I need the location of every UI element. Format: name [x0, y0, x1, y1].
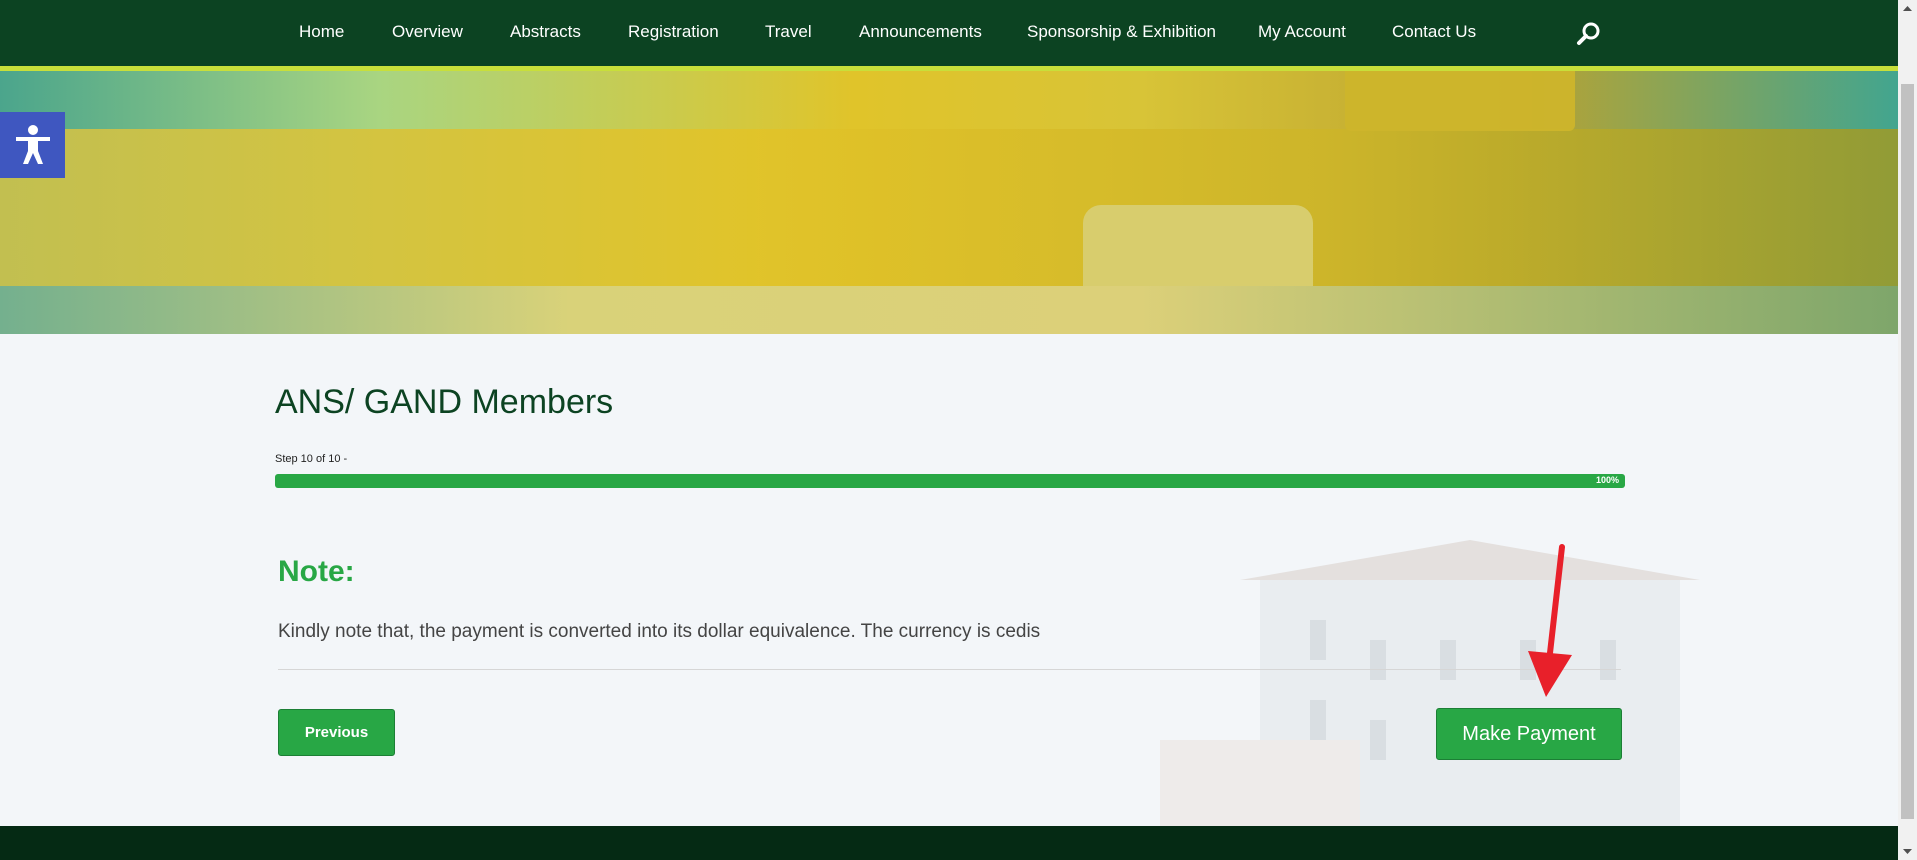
- search-icon[interactable]: [1576, 21, 1602, 47]
- nav-item-my-account[interactable]: My Account: [1258, 22, 1346, 42]
- accessibility-icon: [16, 125, 50, 164]
- progress-bar-fill: 100%: [275, 474, 1625, 488]
- nav-item-home[interactable]: Home: [299, 22, 344, 42]
- nav-item-overview[interactable]: Overview: [392, 22, 463, 42]
- main-content: ANS/ GAND Members Step 10 of 10 - 100% N…: [0, 334, 1898, 826]
- hero-folder-band: [0, 129, 1898, 289]
- nav-item-registration[interactable]: Registration: [628, 22, 719, 42]
- scroll-down-arrow-icon[interactable]: [1898, 843, 1917, 860]
- background-building-image: [1160, 540, 1700, 826]
- footer: [0, 826, 1898, 860]
- nav-item-sponsorship[interactable]: Sponsorship & Exhibition: [1027, 22, 1216, 42]
- page-title: ANS/ GAND Members: [275, 383, 614, 421]
- scroll-up-arrow-icon[interactable]: [1898, 0, 1917, 17]
- progress-bar: 100%: [275, 474, 1625, 488]
- make-payment-button[interactable]: Make Payment: [1436, 708, 1622, 760]
- page-scrollbar[interactable]: [1898, 0, 1917, 860]
- note-heading: Note:: [278, 555, 355, 588]
- progress-percent: 100%: [1595, 475, 1619, 485]
- note-text: Kindly note that, the payment is convert…: [278, 621, 1041, 642]
- hero-folder-tab: [1345, 71, 1575, 131]
- nav-item-contact-us[interactable]: Contact Us: [1392, 22, 1476, 42]
- scrollbar-thumb[interactable]: [1901, 84, 1914, 819]
- nav-item-travel[interactable]: Travel: [765, 22, 812, 42]
- nav-item-abstracts[interactable]: Abstracts: [510, 22, 581, 42]
- top-navigation: Home Overview Abstracts Registration Tra…: [0, 0, 1898, 71]
- hero-banner: [0, 71, 1898, 334]
- step-indicator: Step 10 of 10 -: [275, 453, 348, 465]
- red-arrow-annotation: [1528, 544, 1572, 697]
- previous-button[interactable]: Previous: [278, 709, 395, 756]
- divider: [278, 669, 1621, 670]
- hero-folder-edge: [0, 286, 1898, 334]
- accessibility-button[interactable]: [0, 112, 65, 178]
- nav-item-announcements[interactable]: Announcements: [859, 22, 982, 42]
